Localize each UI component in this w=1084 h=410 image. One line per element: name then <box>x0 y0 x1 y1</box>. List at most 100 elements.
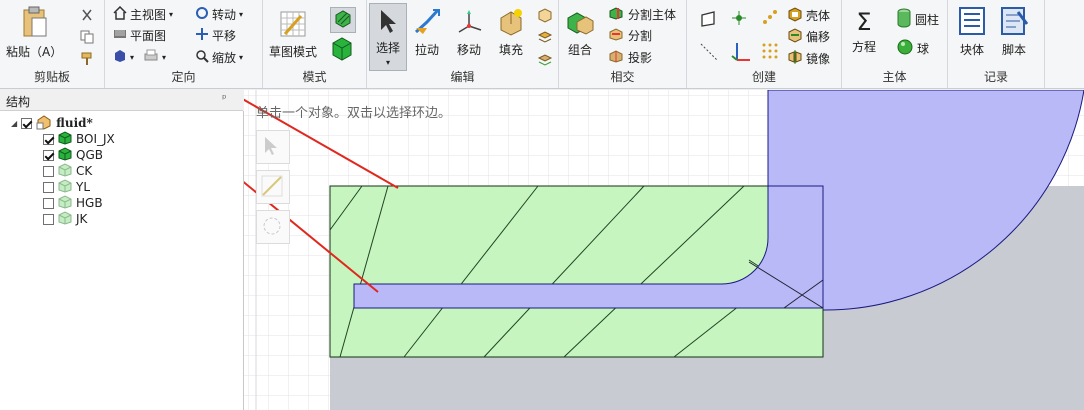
sketch-mode-button[interactable]: 草图模式 <box>269 10 317 60</box>
cut-icon[interactable] <box>80 8 94 22</box>
body-cube-icon <box>58 194 72 212</box>
offset-button[interactable]: 偏移 <box>787 27 830 46</box>
move-label: 移动 <box>456 43 481 57</box>
tree-item[interactable]: BOI_JX <box>43 130 115 148</box>
fill-icon <box>497 8 525 39</box>
tree-expander-icon[interactable]: ◢ <box>11 119 17 128</box>
tree-item[interactable]: CK <box>43 162 92 180</box>
tree-item[interactable]: QGB <box>43 146 103 163</box>
split-body-icon <box>609 6 625 23</box>
print-view-icon <box>143 49 159 66</box>
paste-button[interactable]: 粘贴（A） <box>6 6 62 60</box>
project-button[interactable]: 投影 <box>609 49 652 66</box>
view-cube-button[interactable]: ▾ ▾ <box>113 49 166 66</box>
pull-button[interactable]: 拉动 <box>413 8 441 58</box>
split-button[interactable]: 分割 <box>609 27 652 44</box>
tree-item[interactable]: YL <box>43 178 90 196</box>
select-tool-button[interactable] <box>256 130 290 164</box>
sheet-icon[interactable] <box>537 51 553 67</box>
grid-points-icon[interactable] <box>761 42 779 60</box>
pan-icon <box>195 27 209 44</box>
body-cube-icon <box>58 162 72 180</box>
3d-viewport[interactable]: 单击一个对象。双击以选择环边。 <box>244 90 1084 410</box>
green-cube-icon <box>331 37 353 64</box>
sphere-button[interactable]: 球 <box>896 38 929 59</box>
mode-group: 草图模式 模式 <box>263 0 367 88</box>
create-group-label: 创建 <box>751 70 776 84</box>
structure-header: 结构 ᵖ <box>0 90 243 111</box>
pattern-icon[interactable] <box>761 8 779 26</box>
split-body-label: 分割主体 <box>628 8 677 22</box>
line-icon[interactable] <box>699 42 719 62</box>
tree-item[interactable]: HGB <box>43 194 103 212</box>
loop-tool-button[interactable] <box>256 210 290 244</box>
shell-button[interactable]: 壳体 <box>787 6 830 25</box>
plan-view-button[interactable]: 平面图 <box>113 27 166 44</box>
root-checkbox[interactable] <box>21 117 33 129</box>
zoom-label: 缩放 <box>212 51 237 65</box>
split-icon <box>609 27 625 44</box>
visibility-checkbox[interactable] <box>43 181 54 193</box>
format-painter-icon[interactable] <box>80 52 94 66</box>
clipboard-group: 粘贴（A） 剪贴板 <box>0 0 105 88</box>
root-label: fluid* <box>56 116 93 130</box>
rotate-button[interactable]: 转动 ▾ <box>195 6 243 23</box>
body-cube-icon <box>58 130 72 148</box>
visibility-checkbox[interactable] <box>43 133 54 145</box>
record-group-label: 记录 <box>983 70 1008 84</box>
script-button[interactable]: 脚本 <box>1000 6 1029 58</box>
move-button[interactable]: 移动 <box>455 8 483 58</box>
block-icon <box>958 6 986 39</box>
project-label: 投影 <box>628 51 653 65</box>
tree-item[interactable]: JK <box>43 210 88 228</box>
body-cube-icon <box>58 210 72 228</box>
mini-cursor-icon <box>257 137 287 164</box>
split-body-button[interactable]: 分割主体 <box>609 6 676 23</box>
zoom-icon <box>195 49 209 66</box>
axis-icon[interactable] <box>731 40 751 62</box>
main-view-button[interactable]: 主视图 ▾ <box>113 5 173 23</box>
3d-mode-button[interactable] <box>331 37 353 64</box>
body-group: Σ 方程 圆柱 球 主体 <box>842 0 948 88</box>
copy-icon[interactable] <box>80 30 94 44</box>
visibility-checkbox[interactable] <box>43 149 54 161</box>
select-label: 选择 <box>375 40 400 55</box>
pan-button[interactable]: 平移 <box>195 27 236 44</box>
fill-button[interactable]: 填充 <box>497 8 525 58</box>
pin-icon[interactable]: ᵖ <box>222 92 227 105</box>
shell-icon <box>787 6 803 25</box>
script-label: 脚本 <box>1001 43 1026 57</box>
cursor-icon <box>377 8 399 37</box>
body-cube-icon <box>58 178 72 196</box>
viewport-canvas[interactable] <box>244 90 1084 410</box>
ribbon: 粘贴（A） 剪贴板 主视图 ▾ 平面图 ▾ ▾ 转动 ▾ 平移 缩放 ▾ 定向 … <box>0 0 1084 89</box>
visibility-checkbox[interactable] <box>43 165 54 177</box>
create-group: 壳体 偏移 镜像 创建 <box>687 0 842 88</box>
rectangle-icon[interactable] <box>699 10 717 28</box>
clipboard-group-label: 剪贴板 <box>33 70 70 84</box>
cylinder-label: 圆柱 <box>915 13 940 27</box>
point-icon[interactable] <box>731 10 747 26</box>
blend-icon[interactable] <box>537 7 553 23</box>
equation-button[interactable]: Σ 方程 <box>852 8 876 55</box>
move-icon <box>455 8 483 39</box>
visibility-checkbox[interactable] <box>43 213 54 225</box>
qgb-body[interactable] <box>329 185 824 358</box>
tree-root[interactable]: ◢ fluid* <box>11 114 93 131</box>
visibility-checkbox[interactable] <box>43 197 54 209</box>
project-icon <box>609 49 625 66</box>
edit-group: 选择 ▾ 拉动 移动 填充 编辑 <box>367 0 559 88</box>
block-button[interactable]: 块体 <box>958 6 986 58</box>
cylinder-button[interactable]: 圆柱 <box>896 8 939 31</box>
layers-icon[interactable] <box>537 29 553 45</box>
mirror-button[interactable]: 镜像 <box>787 49 830 68</box>
combine-button[interactable]: 组合 <box>565 8 595 58</box>
section-mode-button[interactable] <box>330 7 356 33</box>
zoom-button[interactable]: 缩放 ▾ <box>195 49 243 66</box>
mirror-label: 镜像 <box>806 52 831 66</box>
tree-item-label: JK <box>76 212 88 226</box>
select-button[interactable]: 选择 ▾ <box>369 3 407 71</box>
edge-tool-button[interactable] <box>256 170 290 204</box>
combine-icon <box>565 8 595 39</box>
plan-view-icon <box>113 27 127 44</box>
